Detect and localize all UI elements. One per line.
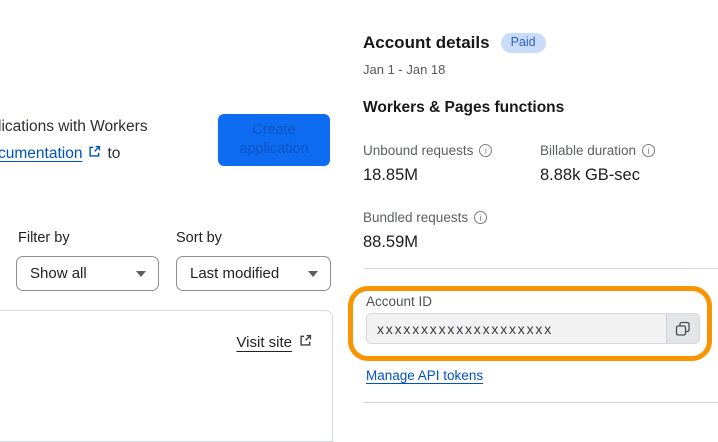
chevron-down-icon bbox=[308, 270, 318, 277]
workers-pages-dashboard: { "colors": { "accent_blue": "#0d6cf2", … bbox=[0, 0, 718, 442]
metric-value-billable: 8.88k GB-sec bbox=[540, 166, 640, 184]
functions-section-title: Workers & Pages functions bbox=[363, 99, 565, 116]
metric-label-bundled: Bundled requests i bbox=[363, 210, 488, 225]
filter-dropdown[interactable]: Show all bbox=[16, 256, 159, 291]
metric-label-billable: Billable duration i bbox=[540, 143, 656, 158]
chevron-down-icon bbox=[136, 270, 146, 277]
visit-site-link[interactable]: Visit site bbox=[236, 334, 292, 351]
info-icon[interactable]: i bbox=[642, 144, 656, 157]
intro-text: lications with Workers cumentation to bbox=[0, 113, 148, 167]
metric-label-text: Billable duration bbox=[540, 143, 637, 158]
account-id-label: Account ID bbox=[366, 294, 433, 309]
metric-value-bundled: 88.59M bbox=[363, 233, 419, 251]
documentation-link[interactable]: cumentation bbox=[0, 140, 82, 167]
info-icon[interactable]: i bbox=[479, 144, 493, 157]
plan-badge: Paid bbox=[500, 33, 546, 53]
date-range: Jan 1 - Jan 18 bbox=[363, 62, 446, 77]
divider bbox=[363, 268, 718, 269]
info-icon[interactable]: i bbox=[474, 211, 488, 224]
account-id-input[interactable] bbox=[367, 314, 666, 343]
intro-line1: lications with Workers bbox=[0, 118, 148, 135]
filter-dropdown-value: Show all bbox=[30, 265, 87, 282]
divider bbox=[363, 402, 718, 403]
metric-label-text: Unbound requests bbox=[363, 143, 474, 158]
filter-by-label: Filter by bbox=[18, 230, 70, 246]
copy-button[interactable] bbox=[666, 314, 699, 343]
account-details-title: Account details bbox=[363, 33, 490, 52]
create-application-button[interactable]: Create application bbox=[218, 114, 330, 166]
account-id-field bbox=[366, 313, 700, 344]
application-card: Visit site bbox=[0, 310, 333, 442]
sort-dropdown[interactable]: Last modified bbox=[176, 256, 331, 291]
manage-api-tokens-link[interactable]: Manage API tokens bbox=[366, 368, 483, 383]
metric-value-unbound: 18.85M bbox=[363, 166, 419, 184]
copy-icon bbox=[675, 321, 691, 337]
sort-by-label: Sort by bbox=[176, 230, 222, 246]
external-link-icon bbox=[88, 140, 101, 167]
metric-label-unbound: Unbound requests i bbox=[363, 143, 493, 158]
external-link-icon bbox=[299, 334, 312, 351]
metric-label-text: Bundled requests bbox=[363, 210, 469, 225]
sort-dropdown-value: Last modified bbox=[190, 265, 280, 282]
intro-after-link: to bbox=[107, 145, 121, 162]
